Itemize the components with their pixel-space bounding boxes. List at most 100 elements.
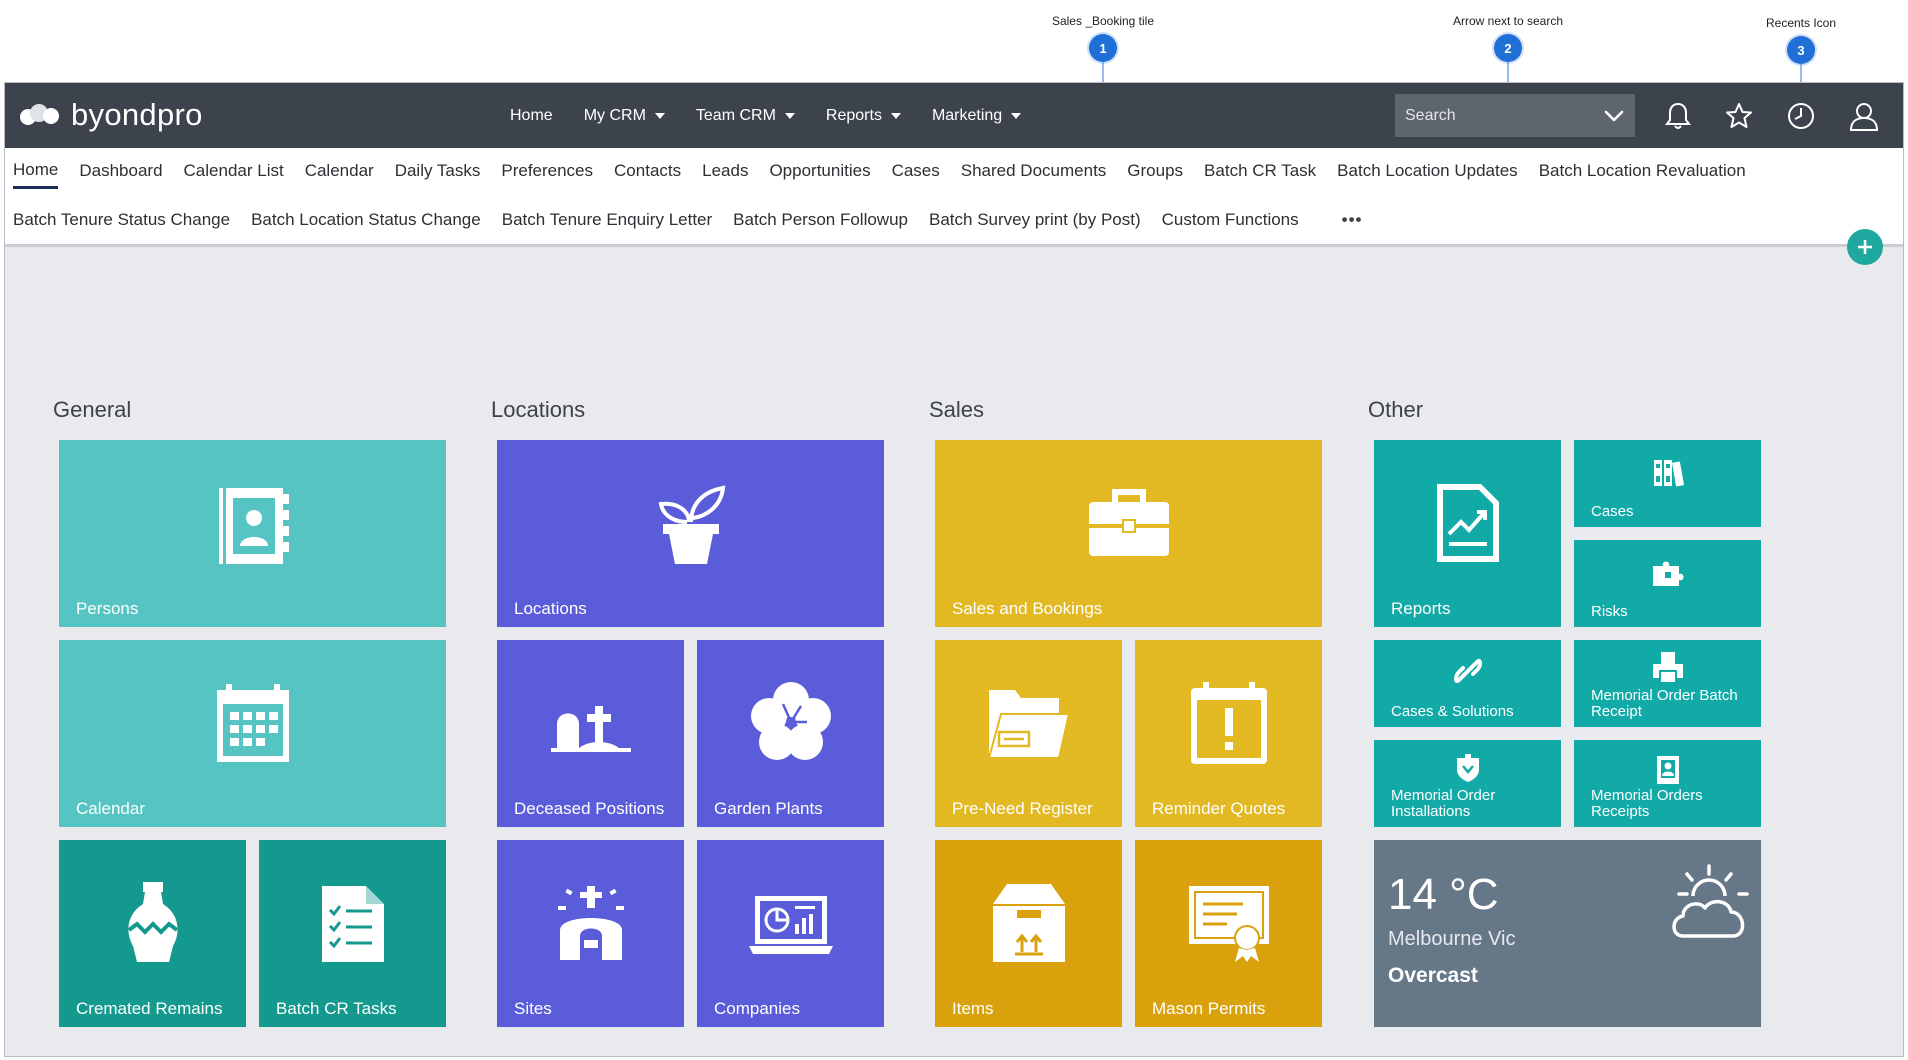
briefcase-icon: [1088, 489, 1169, 556]
subnav-calendar[interactable]: Calendar: [305, 155, 374, 187]
topnav-marketing[interactable]: Marketing: [932, 107, 1022, 125]
callout-label: Recents Icon: [1765, 16, 1837, 30]
tile-memorial-orders-receipts[interactable]: Memorial Orders Receipts: [1574, 740, 1761, 827]
subnav-opportunities[interactable]: Opportunities: [769, 155, 870, 187]
callout-label: Arrow next to search: [1452, 14, 1564, 28]
clock-icon[interactable]: [1783, 97, 1819, 135]
subnav-batch-survey-print[interactable]: Batch Survey print (by Post): [929, 204, 1141, 236]
weather-temperature: 14 °C: [1388, 870, 1499, 919]
tile-cases[interactable]: Cases: [1574, 440, 1761, 527]
subnav-leads[interactable]: Leads: [702, 155, 748, 187]
puzzle-icon: [1652, 561, 1683, 586]
tile-sales-and-bookings[interactable]: Sales and Bookings: [935, 440, 1322, 627]
topnav-label: Home: [510, 106, 553, 124]
callout-badge: 2: [1494, 34, 1522, 62]
more-icon[interactable]: •••: [1342, 204, 1363, 236]
tile-cases-and-solutions[interactable]: Cases & Solutions: [1374, 640, 1561, 727]
tile-mason-permits[interactable]: Mason Permits: [1135, 840, 1322, 1027]
tile-reminder-quotes[interactable]: Reminder Quotes: [1135, 640, 1322, 827]
weather-tile[interactable]: 14 °C Melbourne Vic Overcast: [1374, 840, 1761, 1027]
subnav-home[interactable]: Home: [13, 154, 59, 189]
subnav-shared-documents[interactable]: Shared Documents: [961, 155, 1107, 187]
tile-sites[interactable]: Sites: [497, 840, 684, 1027]
search-input[interactable]: [1395, 106, 1585, 125]
topnav-my-crm[interactable]: My CRM: [584, 107, 665, 125]
plus-icon: [1858, 240, 1872, 254]
subnav-calendar-list[interactable]: Calendar List: [184, 155, 284, 187]
tile-label: Deceased Positions: [514, 799, 665, 818]
subnav-batch-location-updates[interactable]: Batch Location Updates: [1337, 155, 1518, 187]
tile-companies[interactable]: Companies: [697, 840, 884, 1027]
tile-locations[interactable]: Locations: [497, 440, 884, 627]
subnav-dashboard[interactable]: Dashboard: [79, 155, 162, 187]
group-title-other: Other: [1368, 397, 1424, 422]
shield-badge-icon: [1456, 754, 1479, 782]
group-title-locations: Locations: [491, 397, 586, 422]
topnav-label: Reports: [825, 106, 882, 124]
tile-calendar[interactable]: Calendar: [59, 640, 446, 827]
caret-down-icon: [1011, 112, 1022, 119]
tile-label: Sites: [514, 999, 552, 1018]
topnav-label: Team CRM: [695, 106, 776, 124]
weather-condition: Overcast: [1388, 964, 1478, 987]
subnav-groups[interactable]: Groups: [1127, 155, 1183, 187]
tile-label: Cases & Solutions: [1391, 703, 1514, 720]
urn-icon: [127, 882, 178, 962]
subnav-batch-location-revaluation[interactable]: Batch Location Revaluation: [1539, 155, 1746, 187]
topnav-home[interactable]: Home: [510, 107, 553, 125]
tile-pre-need-register[interactable]: Pre-Need Register: [935, 640, 1122, 827]
tile-items[interactable]: Items: [935, 840, 1122, 1027]
bell-icon[interactable]: [1660, 97, 1696, 135]
callout-badge: 3: [1787, 36, 1815, 64]
tile-reports[interactable]: Reports: [1374, 440, 1561, 627]
subnav-batch-person-followup[interactable]: Batch Person Followup: [733, 204, 908, 236]
top-nav: Home My CRM Team CRM Reports Marketing: [510, 83, 1052, 148]
user-icon[interactable]: [1845, 97, 1883, 135]
id-card-icon: [1656, 756, 1679, 784]
checklist-icon: [321, 886, 384, 962]
app-logo[interactable]: byondpro: [19, 97, 203, 133]
tile-label: Calendar: [76, 799, 145, 818]
tile-memorial-order-batch-receipt[interactable]: Memorial Order Batch Receipt: [1574, 640, 1761, 727]
caret-down-icon: [784, 112, 795, 119]
subnav-cases[interactable]: Cases: [892, 155, 940, 187]
chevron-down-icon[interactable]: [1603, 105, 1625, 127]
tile-label: Items: [952, 999, 994, 1018]
reminder-calendar-icon: [1190, 682, 1267, 764]
subnav-batch-cr-task[interactable]: Batch CR Task: [1204, 155, 1316, 187]
report-document-icon: [1436, 484, 1499, 562]
callout-label: Sales _Booking tile: [1051, 14, 1155, 28]
tile-batch-cr-tasks[interactable]: Batch CR Tasks: [259, 840, 446, 1027]
tile-persons[interactable]: Persons: [59, 440, 446, 627]
tile-deceased-positions[interactable]: Deceased Positions: [497, 640, 684, 827]
tile-garden-plants[interactable]: Garden Plants: [697, 640, 884, 827]
contact-book-icon: [218, 488, 289, 564]
add-button[interactable]: [1847, 229, 1883, 265]
group-title-general: General: [53, 397, 132, 422]
callout-badge: 1: [1089, 34, 1117, 62]
subnav-daily-tasks[interactable]: Daily Tasks: [395, 155, 481, 187]
tile-label: Memorial Orders Receipts: [1591, 787, 1703, 820]
topnav-reports[interactable]: Reports: [826, 107, 901, 125]
subnav-contacts[interactable]: Contacts: [614, 155, 681, 187]
topnav-team-crm[interactable]: Team CRM: [696, 107, 795, 125]
subnav-batch-tenure-enquiry-letter[interactable]: Batch Tenure Enquiry Letter: [502, 204, 712, 236]
star-icon[interactable]: [1721, 97, 1757, 135]
tile-label: Locations: [514, 599, 587, 618]
subnav-batch-location-status-change[interactable]: Batch Location Status Change: [251, 204, 481, 236]
secondary-nav-row: Batch Tenure Status Change Batch Locatio…: [5, 202, 1376, 238]
weather-city: Melbourne Vic: [1388, 928, 1516, 950]
subnav-custom-functions[interactable]: Custom Functions: [1162, 204, 1299, 236]
tile-cremated-remains[interactable]: Cremated Remains: [59, 840, 246, 1027]
tile-label: Cremated Remains: [76, 999, 223, 1018]
receipt-printer-icon: [1652, 652, 1683, 682]
subnav-preferences[interactable]: Preferences: [501, 155, 593, 187]
certificate-icon: [1188, 886, 1269, 962]
subnav-batch-tenure-status-change[interactable]: Batch Tenure Status Change: [13, 204, 230, 236]
tile-memorial-order-installations[interactable]: Memorial Order Installations: [1374, 740, 1561, 827]
app-window: byondpro Home My CRM Team CRM Reports Ma…: [4, 82, 1904, 1057]
tile-label: Garden Plants: [714, 799, 823, 818]
caret-down-icon: [890, 112, 901, 119]
logo-icon: [20, 104, 59, 125]
tile-risks[interactable]: Risks: [1574, 540, 1761, 627]
